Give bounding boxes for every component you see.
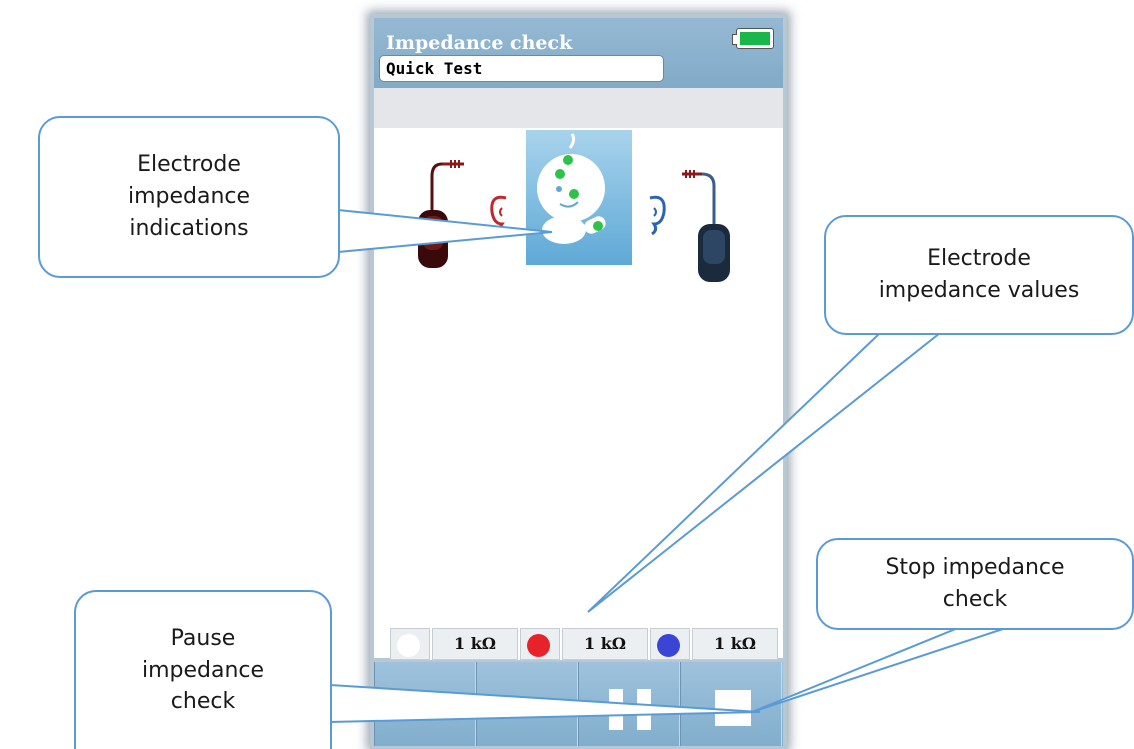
stop-pointer xyxy=(751,627,1007,713)
callout-stop: Stop impedance check xyxy=(816,538,1134,630)
callout-indications: Electrode impedance indications xyxy=(38,116,340,278)
callout-pause: Pause impedance check xyxy=(74,590,332,749)
indications-pointer xyxy=(337,208,553,254)
callout-values: Electrode impedance values xyxy=(824,215,1134,335)
pause-pointer xyxy=(329,684,761,723)
